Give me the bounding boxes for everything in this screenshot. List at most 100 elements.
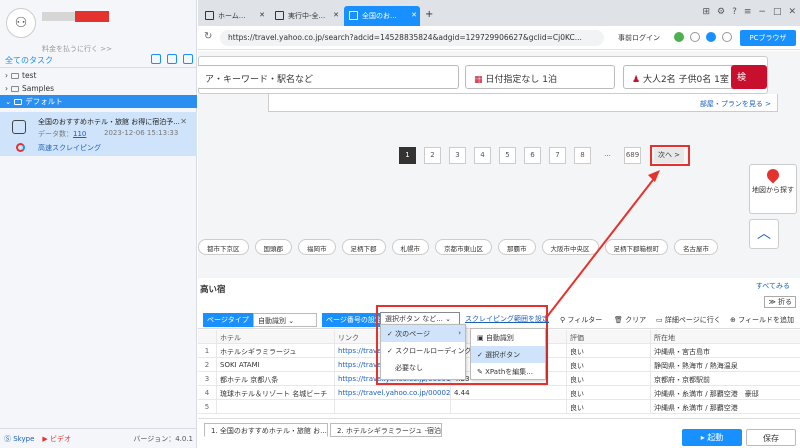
- maximize-icon[interactable]: □: [773, 7, 782, 17]
- menu-item-label: 選択ボタン: [485, 351, 521, 359]
- menu-item-label: スクロールローディング: [395, 347, 472, 355]
- clock-icon[interactable]: [722, 32, 732, 42]
- next-page-button[interactable]: 次へ >: [654, 148, 684, 163]
- city-link[interactable]: 足柄下郡: [341, 239, 386, 255]
- menu-item-none[interactable]: 必要なし: [381, 359, 465, 376]
- filter-button[interactable]: ⚲ フィルター: [560, 315, 602, 325]
- pre-login-button[interactable]: 事前ログイン: [618, 33, 660, 43]
- row-number: 2: [204, 361, 210, 369]
- cell-score: [450, 400, 566, 413]
- shield-icon[interactable]: [690, 32, 700, 42]
- scroll-top-button[interactable]: ︿: [749, 219, 779, 249]
- detail-page-button[interactable]: ▭ 詳細ページに行く: [656, 315, 721, 325]
- tab-active[interactable]: 全国のお... ✕: [344, 6, 420, 26]
- close-icon[interactable]: ✕: [259, 11, 265, 19]
- search-button[interactable]: 検: [731, 65, 767, 89]
- page-7[interactable]: 7: [549, 147, 566, 164]
- page-689[interactable]: 689: [624, 147, 641, 164]
- new-task-icon[interactable]: [167, 54, 177, 64]
- date-field-text: 日付指定なし 1泊: [485, 75, 557, 85]
- reload-icon[interactable]: ↻: [204, 31, 212, 42]
- tree-item-label: Samples: [22, 84, 55, 93]
- help-icon[interactable]: ?: [732, 7, 737, 17]
- settings-icon[interactable]: ⚙: [717, 7, 725, 17]
- column-header[interactable]: 評価: [566, 330, 650, 343]
- plan-link[interactable]: 部屋・プランを見る >: [700, 99, 771, 109]
- task-tab-2[interactable]: 2. ホテルシギラミラージュ -宿泊...: [330, 423, 442, 437]
- column-header[interactable]: 所在地: [650, 330, 800, 343]
- tree-item-default[interactable]: ⌄ デフォルト: [0, 95, 197, 108]
- city-link[interactable]: 足柄下郡箱根町: [604, 239, 668, 255]
- city-link[interactable]: 京都市東山区: [435, 239, 492, 255]
- keyword-input[interactable]: ア・キーワード・駅名など: [198, 65, 459, 89]
- page-6[interactable]: 6: [524, 147, 541, 164]
- import-icon[interactable]: [151, 54, 161, 64]
- menu-item-auto-detect[interactable]: ▣ 自動識別: [471, 329, 545, 346]
- person-icon: ♟: [632, 75, 643, 85]
- url-input[interactable]: https://travel.yahoo.co.jp/search?adcid=…: [220, 30, 604, 46]
- close-icon[interactable]: ✕: [180, 117, 187, 126]
- menu-item-next-page[interactable]: ✓ 次のページ ›: [381, 325, 465, 342]
- page-4[interactable]: 4: [474, 147, 491, 164]
- cell-link[interactable]: https://travel.yahoo.co.jp/00002956/: [334, 386, 450, 399]
- page-3[interactable]: 3: [449, 147, 466, 164]
- page-type-select[interactable]: 自動識別 ⌄: [253, 313, 317, 327]
- start-button[interactable]: ▸ 起動: [682, 429, 742, 446]
- date-field[interactable]: ▦ 日付指定なし 1泊: [465, 65, 615, 89]
- grid-icon[interactable]: ⊞: [702, 7, 710, 17]
- minimize-icon[interactable]: −: [758, 7, 766, 17]
- extension-icon[interactable]: [674, 32, 684, 42]
- video-link[interactable]: ▶ ビデオ: [42, 434, 71, 444]
- page-5[interactable]: 5: [499, 147, 516, 164]
- folder-icon: [14, 98, 23, 105]
- save-button[interactable]: 保存: [746, 429, 796, 446]
- pc-browser-button[interactable]: PCブラウザ: [740, 30, 796, 46]
- page-1[interactable]: 1: [399, 147, 416, 164]
- new-folder-icon[interactable]: [183, 54, 193, 64]
- task-card[interactable]: 全国のおすすめホテル・旅館 お得に宿泊予... ✕ データ数：110 2023-…: [0, 112, 197, 156]
- city-link[interactable]: 大阪市中央区: [541, 239, 599, 255]
- scrape-range-link[interactable]: スクレイピング範囲を設定: [465, 314, 549, 324]
- see-all-link[interactable]: すべてみる: [756, 281, 790, 291]
- data-count-value[interactable]: 110: [73, 130, 86, 138]
- all-tasks-label[interactable]: 全てのタスク: [5, 55, 53, 66]
- skype-link[interactable]: Ⓢ Skype: [4, 434, 34, 444]
- new-tab-button[interactable]: +: [422, 6, 438, 26]
- tab-label: ホーム...: [218, 12, 246, 20]
- tab-home[interactable]: ホーム... ✕: [200, 6, 268, 26]
- tree-item-test[interactable]: › test: [0, 69, 197, 82]
- page-8[interactable]: 8: [574, 147, 591, 164]
- close-icon[interactable]: ✕: [788, 7, 796, 17]
- menu-item-select-button[interactable]: ✓ 選択ボタン: [471, 346, 545, 363]
- add-field-button[interactable]: ⊕ フィールドを追加: [730, 315, 794, 325]
- tree-item-samples[interactable]: › Samples: [0, 82, 197, 95]
- menu-item-edit-xpath[interactable]: ✎ XPathを編集...: [471, 363, 545, 380]
- clear-button[interactable]: 🗑 クリア: [614, 315, 646, 325]
- cell-hotel: SOKI ATAMI: [216, 358, 334, 371]
- city-link[interactable]: 名古屋市: [674, 239, 718, 255]
- close-icon[interactable]: ✕: [411, 11, 417, 19]
- column-header[interactable]: ホテル: [216, 330, 334, 343]
- tab-running[interactable]: 実行中-全... ✕: [270, 6, 342, 26]
- close-icon[interactable]: ✕: [333, 11, 339, 19]
- menu-icon[interactable]: ≡: [744, 7, 752, 17]
- address-bar: ↻ https://travel.yahoo.co.jp/search?adci…: [198, 26, 800, 50]
- fold-button[interactable]: ≫ 折る: [764, 296, 796, 308]
- row-number: 3: [204, 375, 210, 383]
- task-tabs: 1. 全国のおすすめホテル・旅館 お... 2. ホテルシギラミラージュ -宿泊…: [198, 418, 800, 448]
- city-link[interactable]: 札幌市: [391, 239, 429, 255]
- city-link[interactable]: 都市下京区: [198, 239, 249, 255]
- city-link[interactable]: 那覇市: [498, 239, 536, 255]
- page-2[interactable]: 2: [424, 147, 441, 164]
- avatar[interactable]: ⚇: [6, 8, 36, 38]
- task-tab-1[interactable]: 1. 全国のおすすめホテル・旅館 お...: [204, 423, 328, 437]
- guests-field-text: 大人2名 子供0名 1室: [642, 75, 729, 85]
- table-row[interactable]: 4 琉球ホテル＆リゾート 名城ビーチ https://travel.yahoo.…: [198, 386, 800, 400]
- cell-link[interactable]: [334, 400, 450, 413]
- city-link[interactable]: 国頭郡: [254, 239, 292, 255]
- menu-item-scroll-loading[interactable]: ✓ スクロールローディング: [381, 342, 472, 359]
- table-row[interactable]: 5 良い 沖縄県・糸満市 / 那覇空港: [198, 400, 800, 414]
- city-link[interactable]: 福岡市: [298, 239, 336, 255]
- user-icon[interactable]: [706, 32, 716, 42]
- map-search-button[interactable]: 地図から探す: [749, 164, 797, 214]
